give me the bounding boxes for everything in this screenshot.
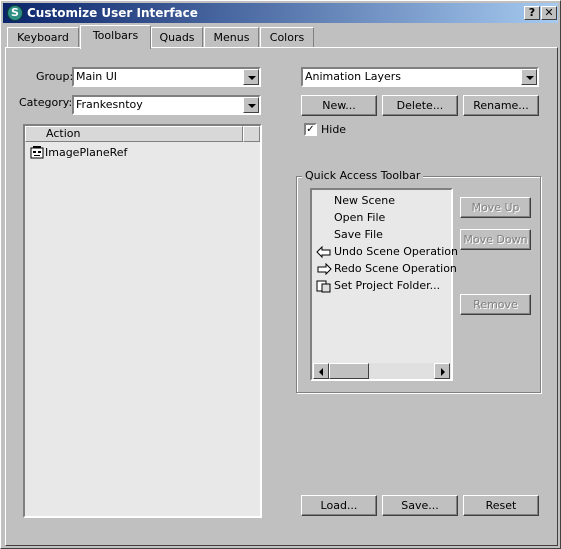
redo-icon [316,262,332,276]
list-item-label: Undo Scene Operation [334,245,459,258]
move-down-button[interactable]: Move Down [460,229,531,250]
tab-toolbars[interactable]: Toolbars [80,25,151,49]
scroll-thumb[interactable] [329,363,369,379]
app-icon: S [7,5,23,21]
group-label: Group: [36,70,74,83]
scroll-right-button[interactable] [434,363,450,379]
group-select-value: Main UI [76,70,118,83]
quick-access-hscrollbar[interactable] [313,363,450,379]
list-item-label: Set Project Folder... [334,279,441,292]
chevron-down-icon[interactable] [243,97,259,113]
list-item-label: New Scene [334,194,396,207]
title-bar[interactable]: S Customize User Interface ? ✕ [3,3,558,23]
action-column-label: Action [46,127,81,140]
chevron-down-icon[interactable] [521,69,537,85]
hide-label: Hide [321,123,347,136]
action-column-header[interactable]: Action [25,126,243,142]
list-item[interactable]: Save File [312,227,451,243]
list-item-label: Redo Scene Operation [334,262,457,275]
list-item[interactable]: Undo Scene Operation [312,244,458,260]
list-item[interactable]: New Scene [312,193,451,209]
undo-icon [316,245,332,259]
list-item[interactable]: Set Project Folder... [312,278,451,294]
tab-quads[interactable]: Quads [151,27,203,48]
toolbar-select[interactable]: Animation Layers [301,67,539,87]
move-up-button[interactable]: Move Up [460,197,531,218]
action-list[interactable]: Action ImagePlaneRef [23,124,262,518]
rename-button[interactable]: Rename... [463,95,539,116]
chevron-down-icon[interactable] [243,69,259,85]
delete-button[interactable]: Delete... [382,95,458,116]
category-label: Category: [19,96,73,109]
robot-face-icon [29,146,45,160]
window-title: Customize User Interface [27,6,198,20]
new-button[interactable]: New... [301,95,377,116]
tab-menus[interactable]: Menus [204,27,259,48]
category-select-value: Frankesntoy [76,98,143,111]
save-button[interactable]: Save... [382,495,458,516]
tab-colors[interactable]: Colors [260,27,314,48]
scroll-left-button[interactable] [313,363,329,379]
extra-column-header[interactable] [243,126,260,142]
category-select[interactable]: Frankesntoy [72,95,261,115]
group-select[interactable]: Main UI [72,67,261,87]
close-button[interactable]: ✕ [541,6,557,20]
load-button[interactable]: Load... [301,495,377,516]
tab-keyboard[interactable]: Keyboard [7,27,79,48]
help-button[interactable]: ? [524,6,540,20]
hide-checkbox[interactable]: ✓ [304,123,317,136]
toolbar-select-value: Animation Layers [305,70,401,83]
project-folder-icon [316,279,332,293]
customize-ui-dialog: S Customize User Interface ? ✕ Keyboard … [0,0,561,549]
reset-button[interactable]: Reset [463,495,539,516]
list-item[interactable]: ImagePlaneRef [25,145,255,161]
list-item-label: Open File [334,211,386,224]
quick-access-title: Quick Access Toolbar [302,169,424,182]
list-item[interactable]: Open File [312,210,451,226]
list-item[interactable]: Redo Scene Operation [312,261,457,277]
action-label: ImagePlaneRef [45,146,128,159]
list-item-label: Save File [334,228,383,241]
quick-access-list[interactable]: New Scene Open File Save File Undo Scene… [310,188,458,381]
remove-button[interactable]: Remove [460,294,531,315]
